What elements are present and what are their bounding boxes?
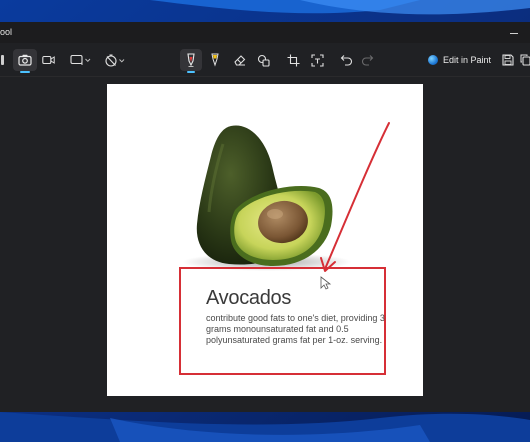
snipping-tool-window: ool Edit in Paint Avocados contribute go… (0, 22, 530, 412)
highlighter-button[interactable] (206, 49, 224, 71)
info-heading: Avocados (206, 287, 292, 309)
no-timer-icon (104, 54, 126, 67)
undo-icon (340, 54, 353, 66)
video-mode-button[interactable] (39, 49, 57, 71)
title-bar: ool (0, 22, 530, 43)
red-rectangle-annotation: Avocados contribute good fats to one's d… (179, 267, 386, 375)
shapes-button[interactable] (254, 49, 272, 71)
video-camera-icon (41, 55, 55, 65)
delay-dropdown[interactable] (103, 49, 127, 71)
copy-icon (520, 54, 530, 66)
edit-in-paint-label: Edit in Paint (443, 55, 492, 65)
eraser-icon (233, 54, 246, 67)
paint-icon (428, 55, 438, 65)
copy-button[interactable] (520, 49, 530, 71)
markup-canvas: Avocados contribute good fats to one's d… (0, 77, 530, 412)
toolbar-edge-icon (1, 53, 5, 67)
shapes-icon (257, 54, 270, 67)
text-actions-button[interactable] (307, 49, 327, 71)
toolbar-edge-button[interactable] (0, 49, 6, 71)
redo-button[interactable] (358, 49, 376, 71)
snip-shape-dropdown[interactable] (69, 49, 93, 71)
save-icon (502, 54, 514, 66)
camera-icon (18, 54, 32, 66)
eraser-button[interactable] (230, 49, 248, 71)
save-button[interactable] (500, 49, 516, 71)
text-actions-icon (310, 53, 324, 67)
edit-in-paint-button[interactable]: Edit in Paint (428, 49, 491, 71)
redo-icon (361, 54, 374, 66)
toolbar: Edit in Paint (0, 43, 530, 77)
taskbar-area (0, 412, 530, 442)
window-title: ool (0, 27, 13, 37)
undo-button[interactable] (337, 49, 355, 71)
minimize-button[interactable] (500, 24, 528, 41)
ballpoint-pen-icon (185, 52, 197, 68)
ballpoint-pen-button[interactable] (180, 49, 202, 73)
rectangle-snip-icon (70, 54, 92, 66)
screenshot-mode-button[interactable] (13, 49, 37, 73)
info-body: contribute good fats to one's diet, prov… (206, 313, 385, 345)
crop-button[interactable] (284, 49, 302, 71)
highlighter-icon (209, 53, 221, 67)
crop-icon (287, 54, 300, 67)
captured-screenshot[interactable]: Avocados contribute good fats to one's d… (107, 84, 423, 396)
